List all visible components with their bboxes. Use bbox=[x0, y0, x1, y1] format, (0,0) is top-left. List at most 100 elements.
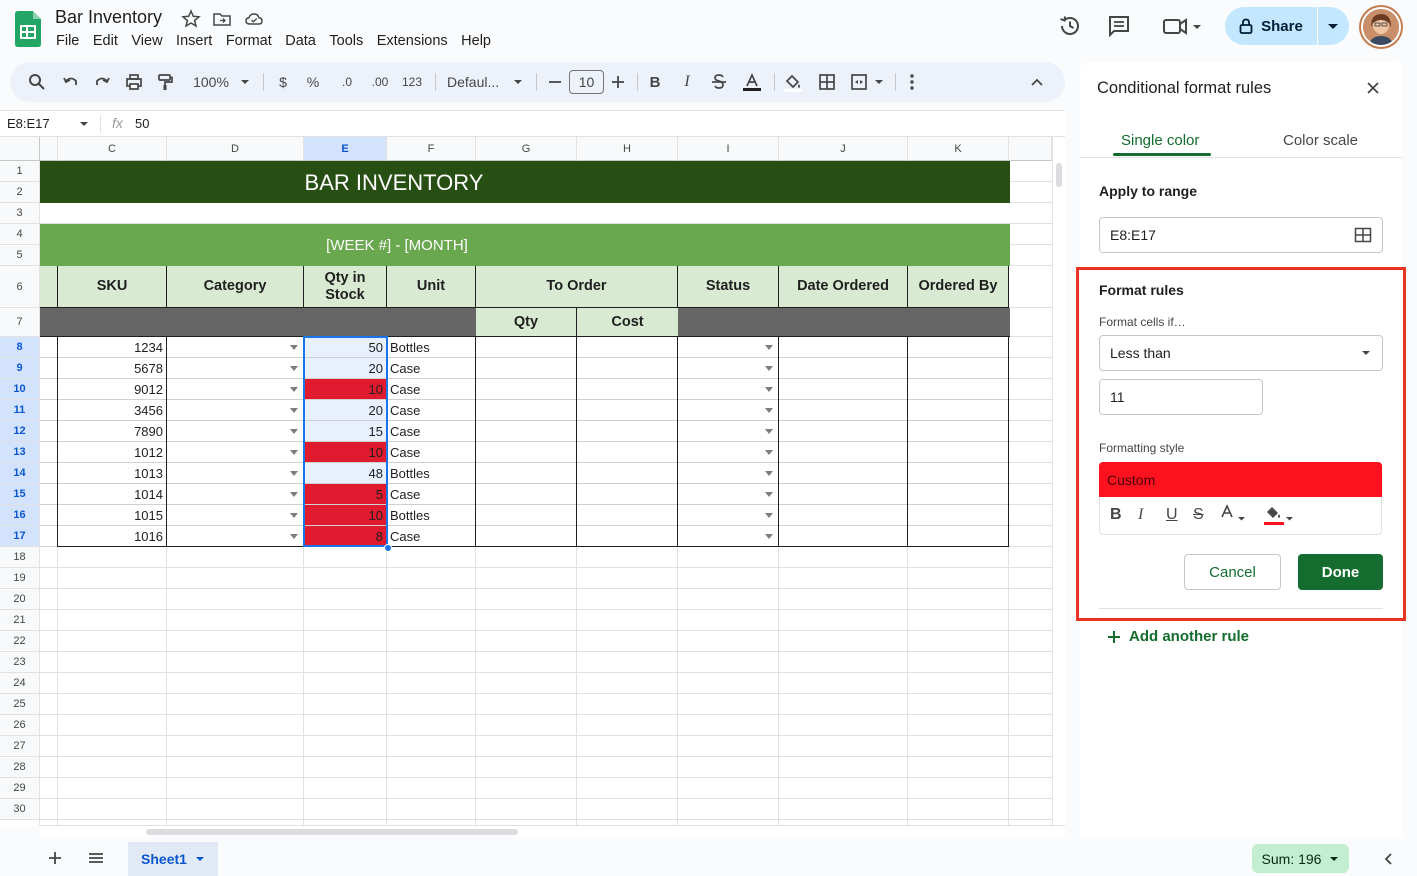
redo-icon[interactable] bbox=[92, 72, 112, 92]
row-header-8[interactable]: 8 bbox=[0, 337, 40, 358]
select-all-corner[interactable] bbox=[0, 137, 40, 161]
horizontal-scrollbar[interactable] bbox=[40, 825, 1065, 837]
collapse-toolbar-icon[interactable] bbox=[1027, 72, 1047, 92]
row-header-24[interactable]: 24 bbox=[0, 673, 40, 694]
row-header-4[interactable]: 4 bbox=[0, 224, 40, 245]
row-header-15[interactable]: 15 bbox=[0, 484, 40, 505]
sku-cell[interactable]: 1012 bbox=[58, 442, 167, 463]
row-header-2[interactable]: 2 bbox=[0, 182, 40, 203]
column-header-partial[interactable] bbox=[40, 137, 58, 161]
strikethrough-icon[interactable] bbox=[709, 72, 729, 92]
category-cell[interactable] bbox=[167, 463, 304, 484]
row-header-17[interactable]: 17 bbox=[0, 526, 40, 547]
row-header-28[interactable]: 28 bbox=[0, 757, 40, 778]
category-cell[interactable] bbox=[167, 400, 304, 421]
row-header-14[interactable]: 14 bbox=[0, 463, 40, 484]
font-size-input[interactable]: 10 bbox=[569, 70, 604, 94]
unit-cell[interactable]: Case bbox=[387, 421, 476, 442]
zoom-select[interactable]: 100% bbox=[191, 72, 231, 92]
unit-cell[interactable]: Bottles bbox=[387, 505, 476, 526]
status-dropdown-icon[interactable] bbox=[765, 471, 773, 476]
unit-cell[interactable]: Case bbox=[387, 526, 476, 547]
meet-video-icon[interactable] bbox=[1162, 13, 1204, 39]
fill-color-icon[interactable] bbox=[783, 72, 803, 92]
category-dropdown-icon[interactable] bbox=[290, 513, 298, 518]
star-icon[interactable] bbox=[181, 9, 201, 29]
tab-single-color[interactable]: Single color bbox=[1121, 132, 1199, 149]
row-header-13[interactable]: 13 bbox=[0, 442, 40, 463]
sheet-tab-dropdown-icon[interactable] bbox=[195, 855, 205, 863]
category-dropdown-icon[interactable] bbox=[290, 534, 298, 539]
category-cell[interactable] bbox=[167, 421, 304, 442]
status-dropdown-icon[interactable] bbox=[765, 534, 773, 539]
increase-decimal-button[interactable]: .00 bbox=[368, 72, 392, 92]
row-header-20[interactable]: 20 bbox=[0, 589, 40, 610]
unit-cell[interactable]: Bottles bbox=[387, 463, 476, 484]
unit-cell[interactable]: Case bbox=[387, 442, 476, 463]
merge-cells-icon[interactable] bbox=[849, 72, 885, 92]
row-header-16[interactable]: 16 bbox=[0, 505, 40, 526]
status-dropdown-icon[interactable] bbox=[765, 492, 773, 497]
status-dropdown-icon[interactable] bbox=[765, 366, 773, 371]
status-dropdown-icon[interactable] bbox=[765, 408, 773, 413]
increase-font-size-icon[interactable] bbox=[610, 72, 626, 92]
cloud-saved-icon[interactable] bbox=[244, 9, 264, 29]
category-cell[interactable] bbox=[167, 337, 304, 358]
menu-extensions[interactable]: Extensions bbox=[377, 33, 448, 49]
range-input[interactable]: E8:E17 bbox=[1099, 217, 1383, 253]
status-dropdown-icon[interactable] bbox=[765, 513, 773, 518]
row-header-9[interactable]: 9 bbox=[0, 358, 40, 379]
row-header-10[interactable]: 10 bbox=[0, 379, 40, 400]
spreadsheet-grid[interactable]: C D E F G H I J K 1 2 3 4 5 6 7 8 9 10 11 12 13 14 15 16 17 18 19 20… bbox=[0, 137, 1052, 825]
account-avatar[interactable] bbox=[1361, 7, 1401, 47]
category-dropdown-icon[interactable] bbox=[290, 492, 298, 497]
add-rule-button[interactable]: Add another rule bbox=[1107, 628, 1249, 645]
category-dropdown-icon[interactable] bbox=[290, 387, 298, 392]
bold-button[interactable]: B bbox=[648, 72, 662, 92]
row-header-25[interactable]: 25 bbox=[0, 694, 40, 715]
category-cell[interactable] bbox=[167, 526, 304, 547]
name-box-dropdown-icon[interactable] bbox=[79, 120, 89, 128]
row-header-5[interactable]: 5 bbox=[0, 245, 40, 266]
category-dropdown-icon[interactable] bbox=[290, 366, 298, 371]
row-header-26[interactable]: 26 bbox=[0, 715, 40, 736]
category-cell[interactable] bbox=[167, 379, 304, 400]
unit-cell[interactable]: Case bbox=[387, 379, 476, 400]
row-header-27[interactable]: 27 bbox=[0, 736, 40, 757]
font-family-select[interactable]: Defaul... bbox=[447, 72, 507, 92]
category-dropdown-icon[interactable] bbox=[290, 345, 298, 350]
category-cell[interactable] bbox=[167, 484, 304, 505]
menu-edit[interactable]: Edit bbox=[93, 33, 118, 49]
unit-cell[interactable]: Case bbox=[387, 358, 476, 379]
document-title[interactable]: Bar Inventory bbox=[55, 7, 162, 28]
row-header-11[interactable]: 11 bbox=[0, 400, 40, 421]
move-folder-icon[interactable] bbox=[212, 9, 232, 29]
more-options-icon[interactable] bbox=[902, 72, 922, 92]
decrease-font-size-icon[interactable] bbox=[547, 72, 563, 92]
status-dropdown-icon[interactable] bbox=[765, 450, 773, 455]
sku-cell[interactable]: 7890 bbox=[58, 421, 167, 442]
category-cell[interactable] bbox=[167, 358, 304, 379]
row-header-1[interactable]: 1 bbox=[0, 161, 40, 182]
column-header-f[interactable]: F bbox=[387, 137, 476, 161]
column-header-c[interactable]: C bbox=[58, 137, 167, 161]
select-range-icon[interactable] bbox=[1354, 227, 1372, 243]
menu-help[interactable]: Help bbox=[461, 33, 491, 49]
text-color-icon[interactable] bbox=[741, 72, 763, 92]
format-percent-button[interactable]: % bbox=[306, 72, 320, 92]
share-dropdown-icon[interactable] bbox=[1318, 7, 1349, 45]
sum-indicator[interactable]: Sum: 196 bbox=[1252, 844, 1349, 873]
menu-tools[interactable]: Tools bbox=[329, 33, 363, 49]
sku-cell[interactable]: 9012 bbox=[58, 379, 167, 400]
category-cell[interactable] bbox=[167, 442, 304, 463]
name-box[interactable]: E8:E17 bbox=[7, 116, 50, 131]
unit-cell[interactable]: Bottles bbox=[387, 337, 476, 358]
sheet-tab-sheet1[interactable]: Sheet1 bbox=[128, 842, 218, 876]
decrease-decimal-button[interactable]: .0 bbox=[336, 72, 358, 92]
print-icon[interactable] bbox=[124, 72, 144, 92]
sku-cell[interactable]: 1016 bbox=[58, 526, 167, 547]
font-dropdown-icon[interactable] bbox=[512, 72, 524, 92]
borders-icon[interactable] bbox=[817, 72, 837, 92]
selection-fill-handle[interactable] bbox=[384, 544, 392, 552]
category-dropdown-icon[interactable] bbox=[290, 450, 298, 455]
